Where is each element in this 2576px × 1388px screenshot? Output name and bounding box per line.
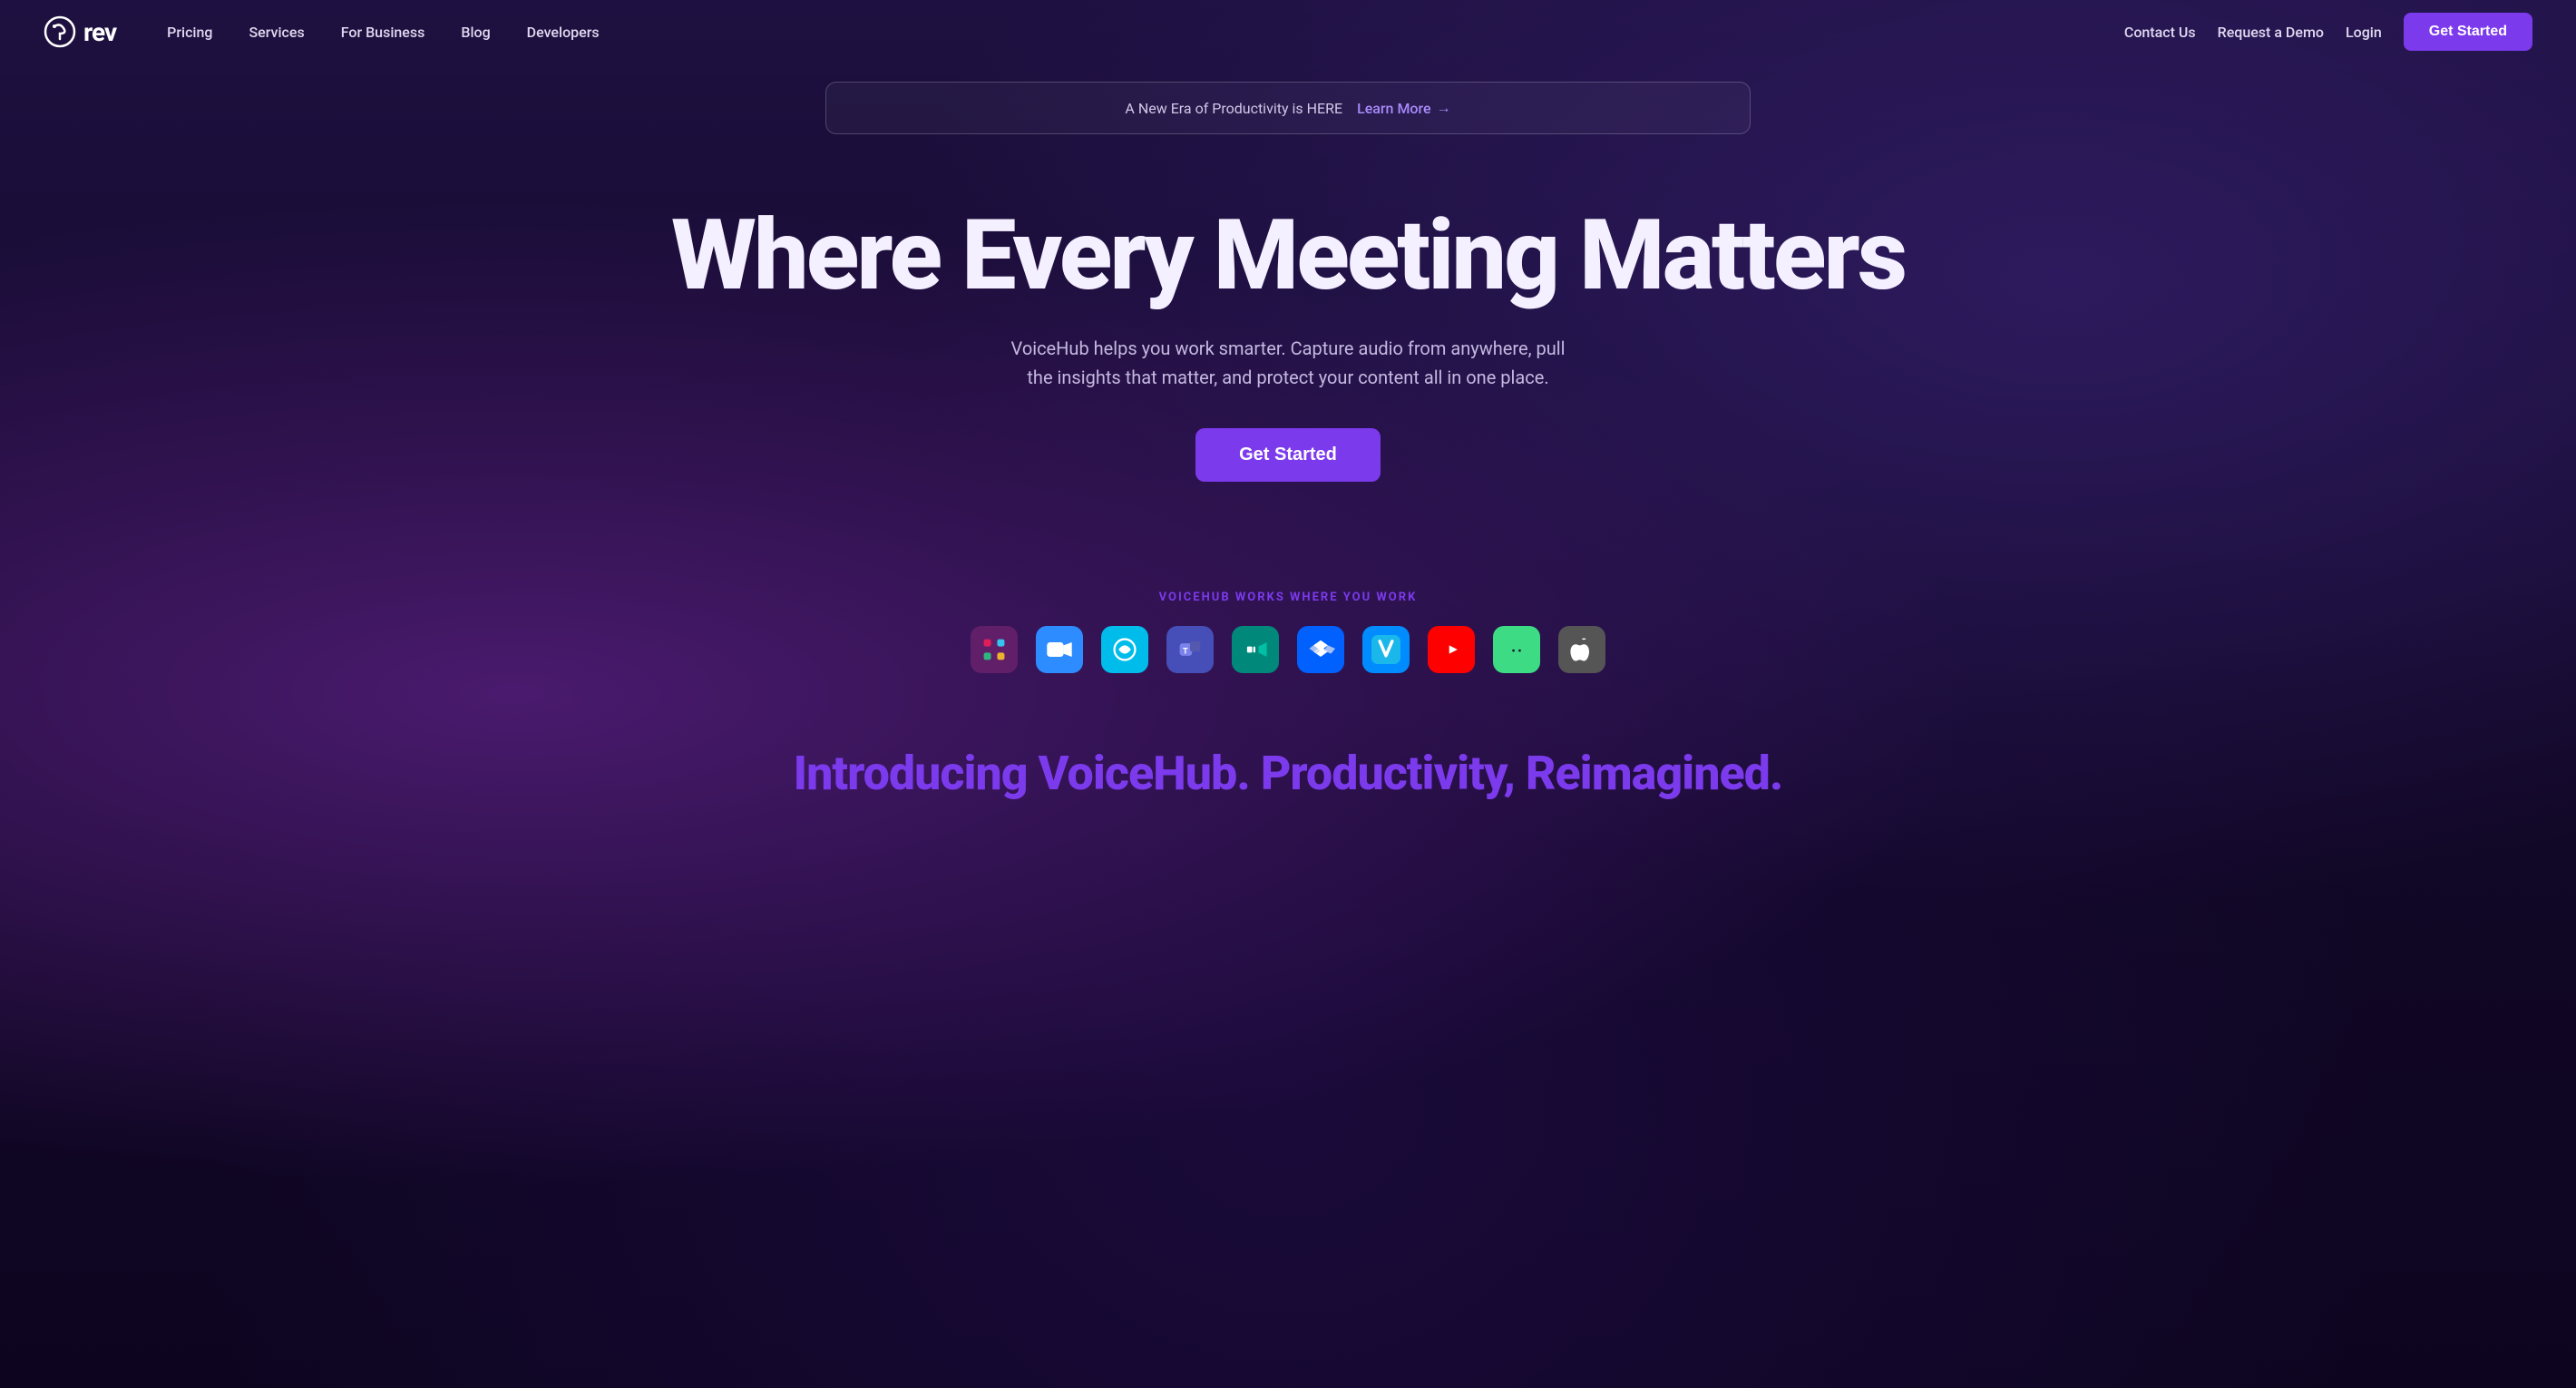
rev-logo-icon <box>44 15 76 48</box>
apple-icon <box>1558 626 1605 673</box>
nav-request-demo[interactable]: Request a Demo <box>2218 24 2324 41</box>
android-icon <box>1493 626 1540 673</box>
integrations-icons: T <box>36 626 2540 673</box>
hero-title: Where Every Meeting Matters <box>653 207 1923 305</box>
webex-icon <box>1101 626 1148 673</box>
youtube-icon <box>1428 626 1475 673</box>
nav-link-blog[interactable]: Blog <box>446 16 504 48</box>
bottom-section: Introducing VoiceHub. Productivity, Reim… <box>0 691 2576 837</box>
teams-icon: T <box>1166 626 1214 673</box>
integrations-section: VOICEHUB WORKS WHERE YOU WORK <box>0 572 2576 691</box>
integrations-label: VOICEHUB WORKS WHERE YOU WORK <box>36 591 2540 604</box>
announcement-arrow: → <box>1437 99 1451 117</box>
venmo-icon <box>1362 626 1410 673</box>
nav-link-developers[interactable]: Developers <box>512 16 614 48</box>
hero-get-started-button[interactable]: Get Started <box>1195 428 1381 482</box>
nav-link-for-business[interactable]: For Business <box>327 16 440 48</box>
nav-links: Pricing Services For Business Blog Devel… <box>152 16 613 48</box>
nav-contact-us[interactable]: Contact Us <box>2124 24 2196 41</box>
announcement-text: A New Era of Productivity is HERE <box>1125 100 1342 117</box>
hero-section: Where Every Meeting Matters VoiceHub hel… <box>0 134 2576 572</box>
bottom-title: Introducing VoiceHub. Productivity, Reim… <box>36 746 2540 801</box>
zoom-icon <box>1036 626 1083 673</box>
nav-login[interactable]: Login <box>2346 24 2382 41</box>
google-meet-icon <box>1232 626 1279 673</box>
nav-get-started-button[interactable]: Get Started <box>2404 13 2532 51</box>
navbar: rev Pricing Services For Business Blog D… <box>0 0 2576 64</box>
slack-icon <box>971 626 1018 673</box>
logo[interactable]: rev <box>44 15 116 48</box>
svg-text:T: T <box>1183 648 1188 657</box>
dropbox-icon <box>1297 626 1344 673</box>
announcement-link-text: Learn More <box>1357 100 1431 117</box>
nav-link-pricing[interactable]: Pricing <box>152 16 227 48</box>
announcement-banner: A New Era of Productivity is HERE Learn … <box>825 82 1751 134</box>
navbar-left: rev Pricing Services For Business Blog D… <box>44 15 614 48</box>
hero-subtitle: VoiceHub helps you work smarter. Capture… <box>1007 334 1569 392</box>
navbar-right: Contact Us Request a Demo Login Get Star… <box>2124 13 2532 51</box>
nav-link-services[interactable]: Services <box>234 16 318 48</box>
announcement-learn-more[interactable]: Learn More → <box>1357 99 1451 117</box>
logo-text: rev <box>83 17 116 47</box>
